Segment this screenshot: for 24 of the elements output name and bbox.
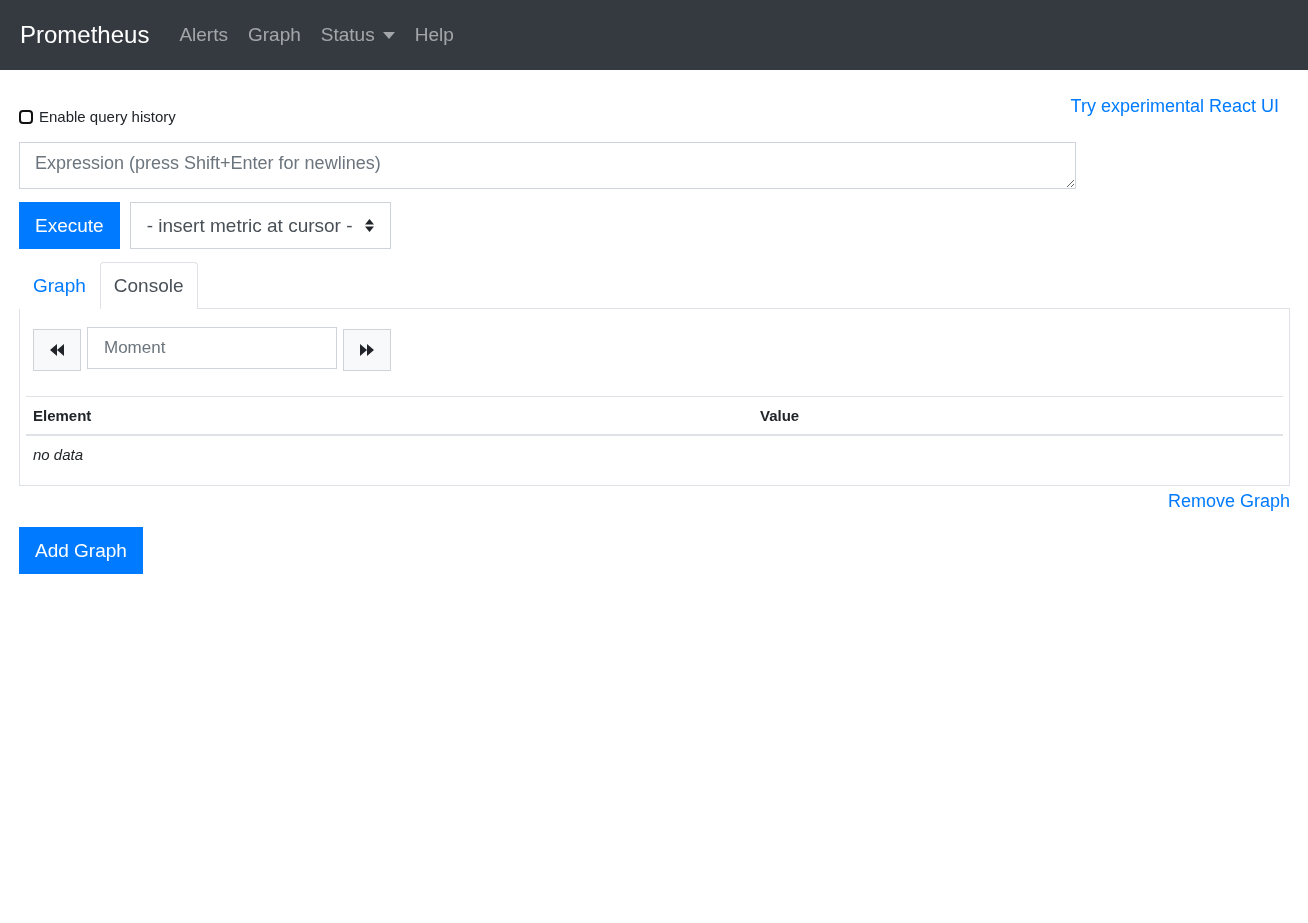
nav-link[interactable]: Alerts [179, 24, 228, 46]
checkbox-label: Enable query history [39, 108, 176, 125]
tab[interactable]: Console [99, 262, 198, 309]
nav-dropdown[interactable]: Status [320, 24, 395, 46]
column-header: Value [759, 406, 801, 426]
remove-graph-link[interactable]: Remove Graph [1167, 491, 1290, 512]
rewind-button[interactable] [33, 329, 81, 371]
nav-link[interactable]: Graph [248, 24, 301, 46]
brand-link[interactable]: Prometheus [20, 21, 150, 49]
react-ui-link[interactable]: Try experimental React UI [1070, 96, 1279, 117]
column-header: Element [32, 406, 93, 426]
caret-icon [382, 31, 395, 39]
expression-field[interactable]: Expression (press Shift+Enter for newlines) [19, 142, 1076, 189]
nav-link[interactable]: Help [414, 24, 454, 46]
execute-button[interactable]: Execute [19, 202, 120, 249]
moment-field[interactable]: Moment [87, 327, 337, 369]
metric-select[interactable]: - insert metric at cursor - [129, 202, 391, 249]
add-graph-button[interactable]: Add Graph [19, 527, 143, 574]
fast-forward-icon [360, 344, 374, 356]
fast-forward-button[interactable] [343, 329, 391, 371]
rewind-icon [50, 344, 64, 356]
sort-icon [364, 219, 374, 232]
empty-message: no data [32, 445, 85, 465]
checkbox[interactable] [19, 109, 33, 124]
